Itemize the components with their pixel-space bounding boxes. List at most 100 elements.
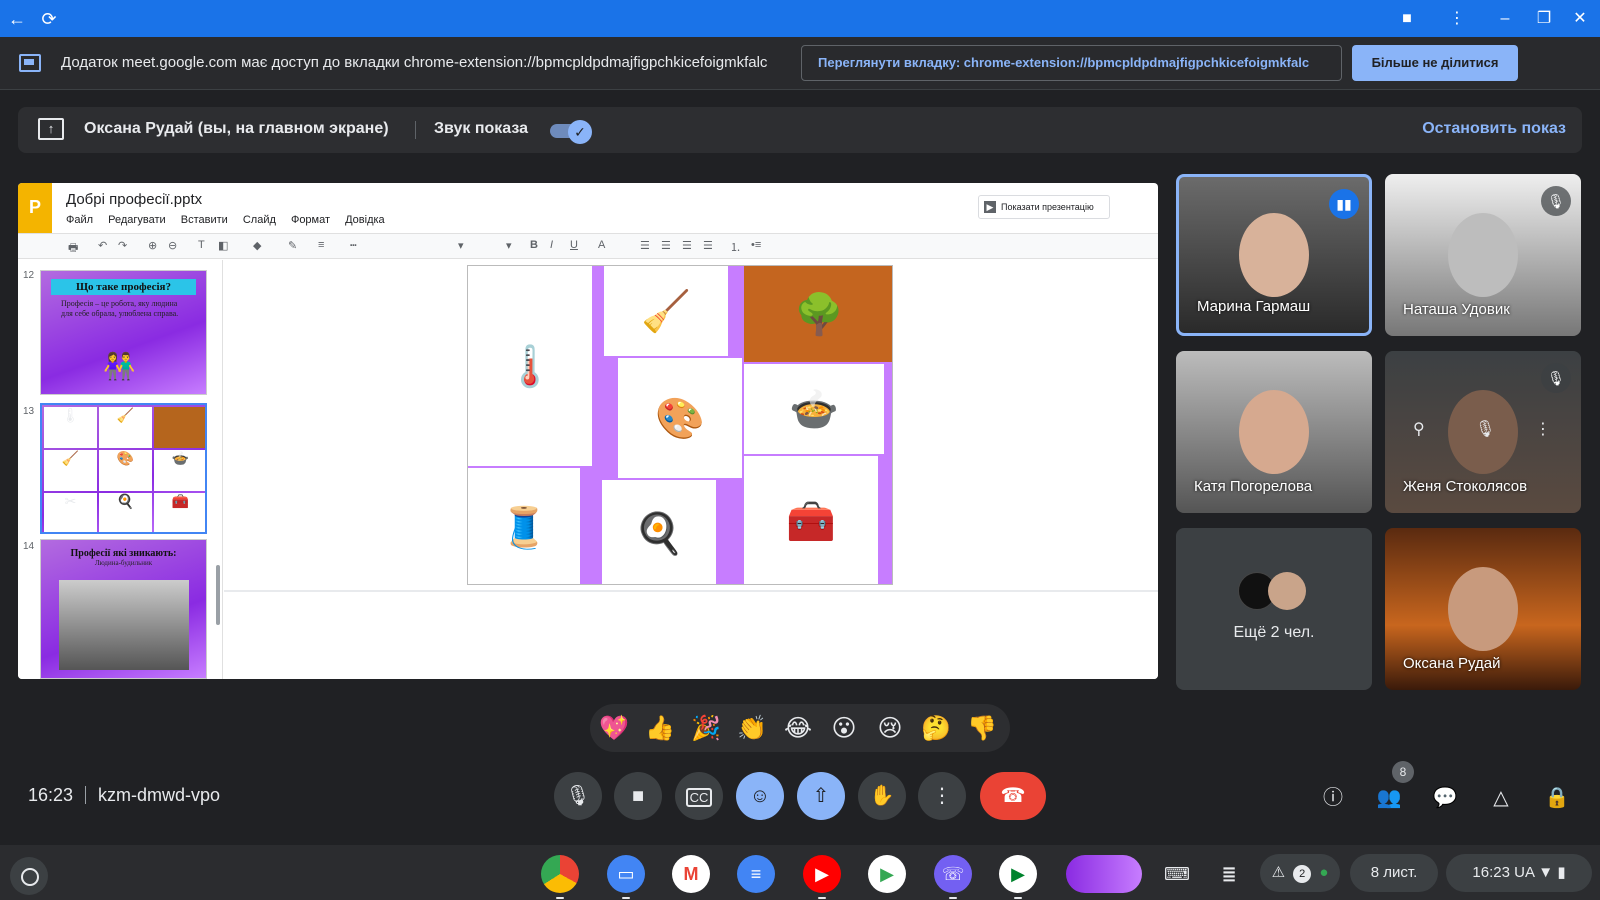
- more-participants-tile[interactable]: Ещё 2 чел.: [1176, 528, 1372, 690]
- emoji-icon: ☺: [749, 785, 771, 807]
- menu-insert[interactable]: Вставити: [181, 214, 228, 226]
- textbox-icon[interactable]: T: [198, 239, 205, 251]
- activities-icon[interactable]: △: [1486, 783, 1516, 813]
- camera-indicator-icon[interactable]: ■: [1393, 5, 1421, 33]
- undo-icon[interactable]: ↶: [98, 239, 107, 252]
- mute-icon[interactable]: 🎙: [1475, 419, 1495, 439]
- line-dash-icon[interactable]: ┅: [350, 239, 357, 252]
- youtube-app-icon[interactable]: ▶: [803, 855, 841, 899]
- menu-help[interactable]: Довідка: [345, 214, 385, 226]
- menu-edit[interactable]: Редагувати: [108, 214, 166, 226]
- more-options-button[interactable]: ⋮: [918, 772, 966, 820]
- text-color-icon[interactable]: A: [598, 239, 605, 251]
- view-tab-button[interactable]: Переглянути вкладку: chrome-extension://…: [801, 45, 1342, 81]
- close-icon[interactable]: ✕: [1566, 5, 1594, 33]
- people-icon[interactable]: 👥: [1374, 783, 1404, 813]
- zoom-out-icon[interactable]: ⊖: [168, 239, 177, 252]
- pot-image: 🍲: [744, 364, 884, 454]
- window-preview-icon[interactable]: [1066, 855, 1142, 893]
- slide-thumbnail-grid: 🌡 🧹 🧹 🎨 🍲 ✂ 🍳 🧰: [42, 405, 205, 532]
- underline-icon[interactable]: U: [570, 239, 578, 251]
- font-dropdown-icon[interactable]: ▾: [458, 239, 464, 252]
- slide-thumbnail-12[interactable]: Що таке професія? Професія – це робота, …: [40, 270, 207, 395]
- launcher-icon[interactable]: [10, 857, 48, 895]
- filmstrip-scrollbar[interactable]: [216, 565, 220, 625]
- sound-toggle[interactable]: ✓: [550, 120, 594, 144]
- sad-reaction[interactable]: 😢: [874, 713, 906, 745]
- date-pill[interactable]: 8 лист.: [1350, 854, 1438, 892]
- participant-tile[interactable]: 🎙 Наташа Удовик: [1385, 174, 1581, 336]
- keyboard-icon[interactable]: ⌨: [1158, 855, 1196, 893]
- menu-format[interactable]: Формат: [291, 214, 330, 226]
- line-color-icon[interactable]: ✎: [288, 239, 297, 252]
- bold-icon[interactable]: B: [530, 239, 538, 251]
- participant-tile[interactable]: Катя Погорелова: [1176, 351, 1372, 513]
- chrome-app-icon[interactable]: [541, 855, 579, 899]
- shape-icon[interactable]: ◧: [218, 239, 228, 252]
- print-icon[interactable]: 🖶: [68, 239, 78, 258]
- reactions-button[interactable]: ☺: [736, 772, 784, 820]
- party-popper-reaction[interactable]: 🎉: [690, 713, 722, 745]
- play-store-app-icon[interactable]: ▶: [868, 855, 906, 893]
- pin-icon[interactable]: ⚲: [1413, 419, 1425, 439]
- bulleted-list-icon[interactable]: •≡: [751, 239, 761, 251]
- raise-hand-button[interactable]: ✋: [858, 772, 906, 820]
- present-icon: ⇧: [812, 785, 830, 807]
- size-dropdown-icon[interactable]: ▾: [506, 239, 512, 252]
- leave-call-button[interactable]: ☎: [980, 772, 1046, 820]
- fill-color-icon[interactable]: ◆: [253, 239, 261, 252]
- docs-app-icon[interactable]: ≡: [737, 855, 775, 893]
- viber-app-icon[interactable]: ☏: [934, 855, 972, 899]
- microphone-button[interactable]: 🎙: [554, 772, 602, 820]
- participant-tile[interactable]: ▮▮ Марина Гармаш: [1176, 174, 1372, 336]
- status-area[interactable]: ⚠ 2 ●: [1260, 854, 1340, 892]
- meeting-info-icon[interactable]: ⓘ: [1318, 783, 1348, 813]
- justify-icon[interactable]: ☰: [703, 239, 713, 252]
- more-options-icon[interactable]: ⋮: [1535, 419, 1551, 439]
- thumbs-down-reaction[interactable]: 👎: [966, 713, 998, 745]
- more-vert-icon[interactable]: ⋮: [1443, 5, 1471, 33]
- minimize-icon[interactable]: –: [1491, 5, 1519, 33]
- present-button[interactable]: Показати презентацію: [978, 195, 1110, 219]
- system-tray[interactable]: 16:23 UA ▼ ▮: [1446, 854, 1592, 892]
- thinking-reaction[interactable]: 🤔: [920, 713, 952, 745]
- host-controls-icon[interactable]: 🔒: [1542, 783, 1572, 813]
- present-now-button[interactable]: ⇧: [797, 772, 845, 820]
- zoom-in-icon[interactable]: ⊕: [148, 239, 157, 252]
- menu-file[interactable]: Файл: [66, 214, 93, 226]
- line-weight-icon[interactable]: ≡: [318, 239, 324, 251]
- camera-button[interactable]: ■: [614, 772, 662, 820]
- chat-icon[interactable]: 💬: [1430, 783, 1460, 813]
- thumbs-up-reaction[interactable]: 👍: [644, 713, 676, 745]
- slide-thumbnail-14[interactable]: Професії які зникають: Людина-будильник: [40, 539, 207, 679]
- captions-button[interactable]: CC: [675, 772, 723, 820]
- children-illustration: 👫: [103, 351, 136, 381]
- current-slide[interactable]: 🌡️ 🧹 🌳 🎨 🍲 🧵 🍳 🧰: [467, 265, 893, 585]
- meeting-code: kzm-dmwd-vpo: [98, 785, 221, 805]
- meet-app-icon[interactable]: ▶: [999, 855, 1037, 899]
- redo-icon[interactable]: ↷: [118, 239, 127, 252]
- document-title[interactable]: Добрі професії.pptx: [66, 191, 202, 208]
- clipboard-icon[interactable]: ≣: [1210, 855, 1248, 893]
- italic-icon[interactable]: I: [550, 239, 553, 251]
- align-left-icon[interactable]: ☰: [640, 239, 650, 252]
- reload-icon[interactable]: ⟳: [36, 6, 62, 32]
- stop-presenting-button[interactable]: Остановить показ: [1422, 120, 1566, 138]
- numbered-list-icon[interactable]: ⒈: [730, 239, 741, 255]
- participant-tile-self[interactable]: Оксана Рудай: [1385, 528, 1581, 690]
- surprised-reaction[interactable]: 😮: [828, 713, 860, 745]
- laughing-reaction[interactable]: 😂: [782, 713, 814, 745]
- restore-icon[interactable]: ❐: [1530, 5, 1558, 33]
- slide-thumbnail-13[interactable]: 🌡 🧹 🧹 🎨 🍲 ✂ 🍳 🧰: [40, 403, 207, 534]
- align-right-icon[interactable]: ☰: [682, 239, 692, 252]
- files-app-icon[interactable]: ▭: [607, 855, 645, 899]
- back-arrow-icon[interactable]: ←: [4, 6, 30, 32]
- sparkling-heart-reaction[interactable]: 💖: [598, 713, 630, 745]
- menu-slide[interactable]: Слайд: [243, 214, 276, 226]
- clapping-reaction[interactable]: 👏: [736, 713, 768, 745]
- participant-tile[interactable]: 🎙 ⚲ 🎙 ⋮ Женя Стоколясов: [1385, 351, 1581, 513]
- gmail-app-icon[interactable]: M: [672, 855, 710, 893]
- align-center-icon[interactable]: ☰: [661, 239, 671, 252]
- slide-number: 13: [23, 406, 35, 417]
- stop-sharing-button[interactable]: Більше не ділитися: [1352, 45, 1518, 81]
